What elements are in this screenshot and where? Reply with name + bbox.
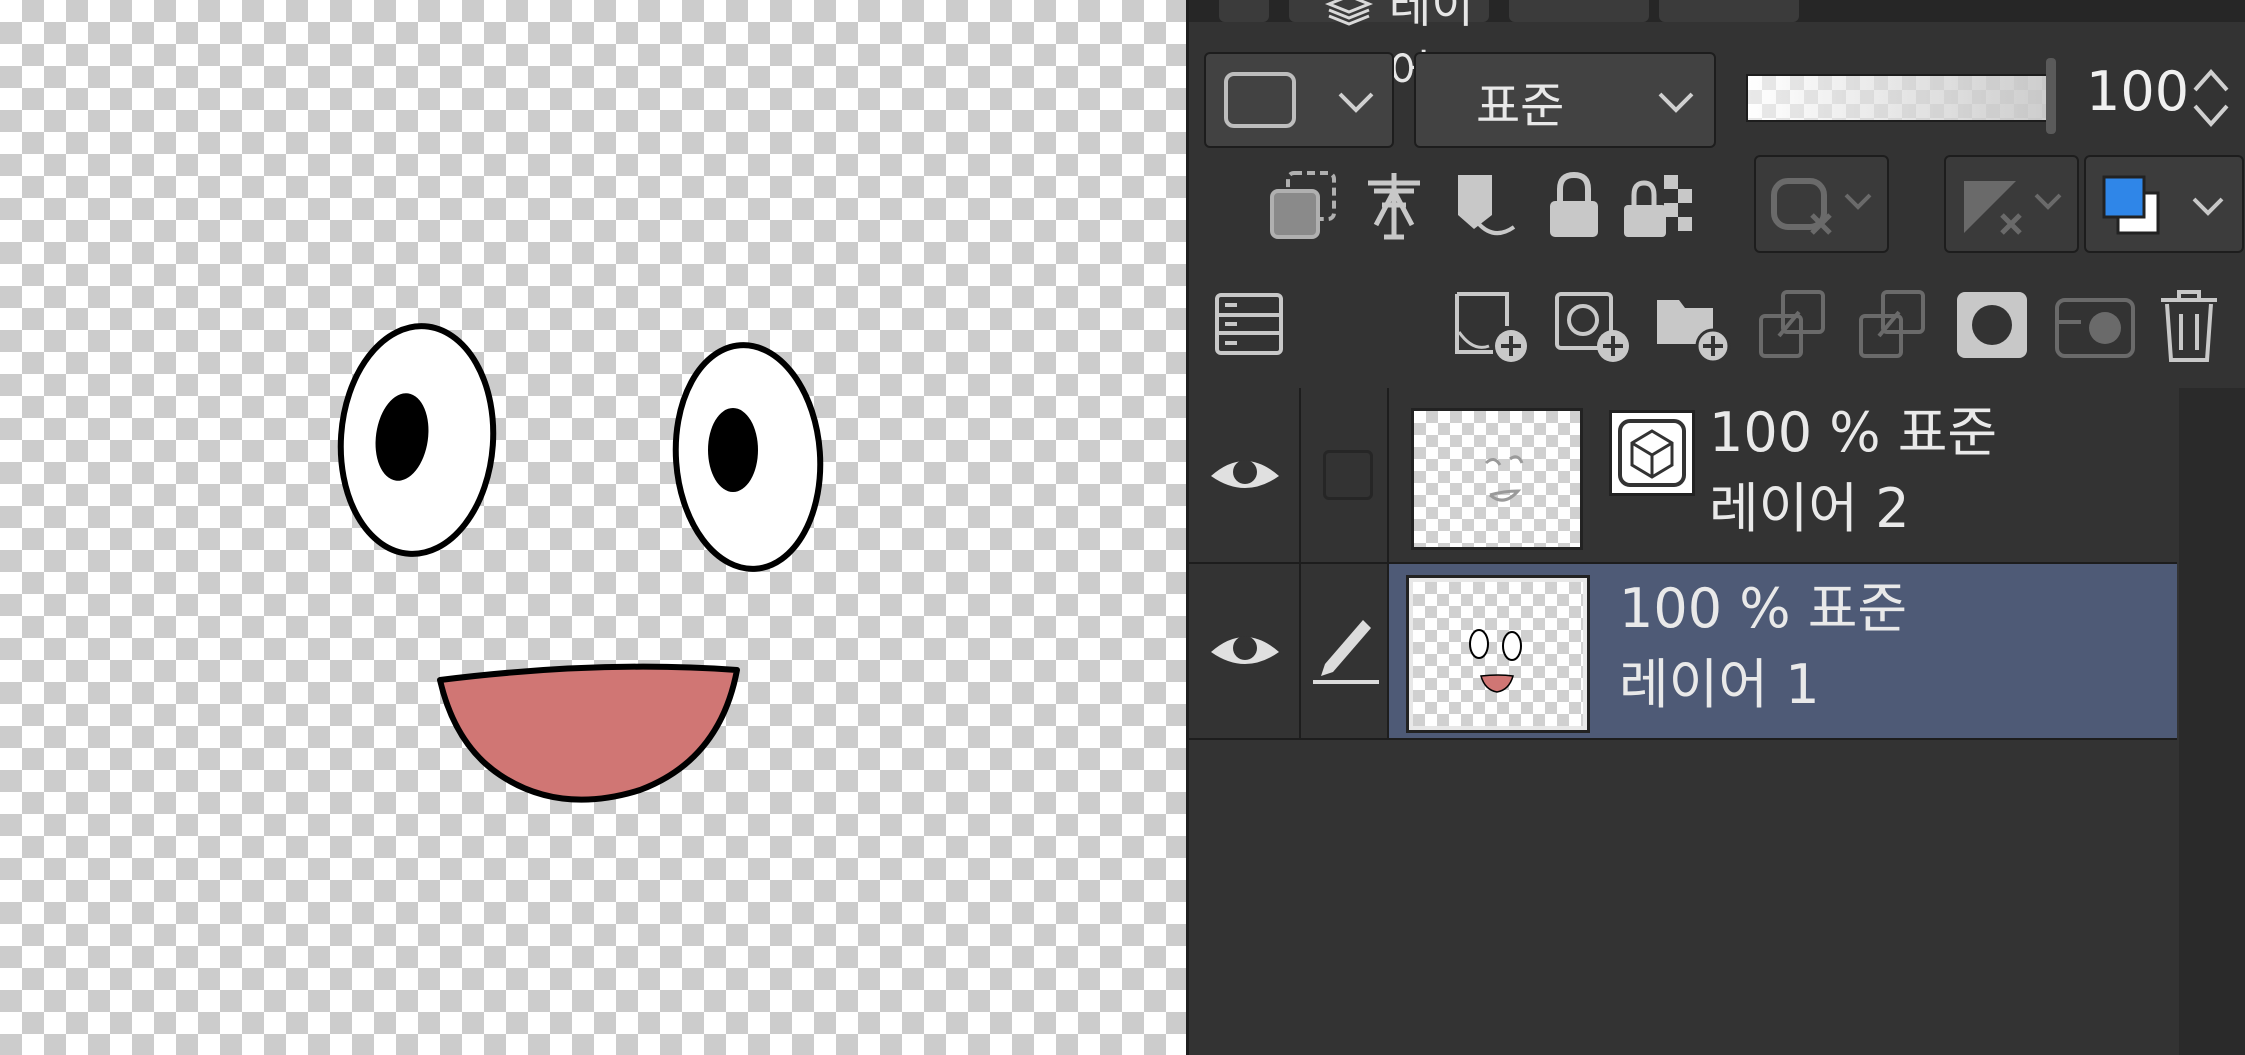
layer-row-selected[interactable]: 100 % 표준 레이어 1 xyxy=(1189,564,2177,740)
lock-transparent-icon[interactable] xyxy=(1614,165,1704,245)
blend-mode-select[interactable]: 표준 xyxy=(1414,52,1716,148)
layer-color-icon xyxy=(1224,72,1296,128)
layer-content[interactable]: 100 % 표준 레이어 1 xyxy=(1389,564,2177,738)
mouth xyxy=(437,663,740,803)
draft-layer-icon[interactable] xyxy=(1444,165,1524,245)
layer-edit-toggle[interactable] xyxy=(1301,388,1389,562)
layer-blend: 표준 xyxy=(1807,577,1908,640)
tab-3[interactable] xyxy=(1659,0,1799,22)
chevron-down-icon xyxy=(1658,92,1694,113)
layer-thumbnail xyxy=(1411,408,1583,550)
layer-color-swatch-button[interactable] xyxy=(2084,155,2244,253)
new-folder-icon[interactable] xyxy=(1649,282,1739,372)
layer-opacity-blend: 100 % 표준 xyxy=(1619,576,1907,642)
tab-2[interactable] xyxy=(1509,0,1649,22)
layer-color-swatch-icon xyxy=(2102,175,2224,235)
lock-icon[interactable] xyxy=(1534,165,1614,245)
layer-edit-toggle[interactable] xyxy=(1301,564,1389,738)
opacity-slider[interactable] xyxy=(1746,58,2056,134)
opacity-value[interactable]: 100 xyxy=(2086,60,2189,123)
merge-down-icon[interactable] xyxy=(1749,282,1839,372)
layer-property-icon[interactable] xyxy=(1209,285,1289,365)
face-drawing xyxy=(337,323,824,803)
layer-content[interactable]: 100 % 표준 레이어 2 xyxy=(1389,388,2177,562)
layer-opacity-blend: 100 % 표준 xyxy=(1709,400,1997,466)
layer-color-button[interactable] xyxy=(1204,52,1394,148)
panel-menu-tab[interactable] xyxy=(1219,0,1269,22)
layer-thumbnail xyxy=(1406,575,1590,733)
thumbnail-face xyxy=(1469,629,1522,693)
delete-layer-icon[interactable] xyxy=(2149,282,2229,372)
apply-mask-icon[interactable] xyxy=(2049,282,2139,372)
visibility-toggle[interactable] xyxy=(1189,388,1301,562)
tab-layer[interactable]: 레이어 xyxy=(1289,0,1489,99)
layer-clipping-icon[interactable] xyxy=(1264,165,1344,245)
new-vector-layer-icon[interactable] xyxy=(1549,282,1639,372)
3d-material-icon xyxy=(1609,410,1695,496)
reference-layer-icon[interactable] xyxy=(1354,165,1434,245)
drawing-canvas[interactable] xyxy=(0,0,1186,1055)
opacity-slider-handle[interactable] xyxy=(2046,58,2056,134)
layer-blend: 표준 xyxy=(1897,401,1998,464)
blend-mode-value: 표준 xyxy=(1476,78,1565,134)
pencil-icon xyxy=(1313,620,1379,684)
merge-visible-icon[interactable] xyxy=(1849,282,1939,372)
mask-icon xyxy=(1771,178,1872,235)
layer-row[interactable]: 100 % 표준 레이어 2 xyxy=(1189,388,2177,564)
layers-icon xyxy=(1324,0,1374,26)
visibility-toggle[interactable] xyxy=(1189,564,1301,738)
thumbnail-sketch xyxy=(1484,455,1524,502)
mask-toggle[interactable] xyxy=(1754,155,1889,253)
create-mask-icon[interactable] xyxy=(1949,282,2039,372)
new-raster-layer-icon[interactable] xyxy=(1449,282,1539,372)
empty-state-icon xyxy=(1323,450,1373,500)
chevron-down-icon xyxy=(1338,92,1374,113)
ruler-icon xyxy=(1964,181,2062,235)
layer-opacity: 100 % xyxy=(1709,401,1881,464)
eye-icon xyxy=(1211,460,1279,488)
ruler-toggle[interactable] xyxy=(1944,155,2079,253)
layer-name: 레이어 2 xyxy=(1709,477,1910,540)
layer-opacity: 100 % xyxy=(1619,577,1791,640)
layer-list-scrollbar[interactable] xyxy=(2179,388,2245,1055)
layer-name: 레이어 1 xyxy=(1619,653,1820,716)
right-pupil xyxy=(708,408,758,492)
panel-tab-bar: 레이어 xyxy=(1189,0,2245,99)
layer-panel: 레이어 표준 100 100 % 표준 레이어 2 100 % 표준 레이어 1 xyxy=(1186,0,2245,1055)
eye-icon xyxy=(1211,636,1279,664)
opacity-stepper[interactable] xyxy=(2189,60,2233,136)
